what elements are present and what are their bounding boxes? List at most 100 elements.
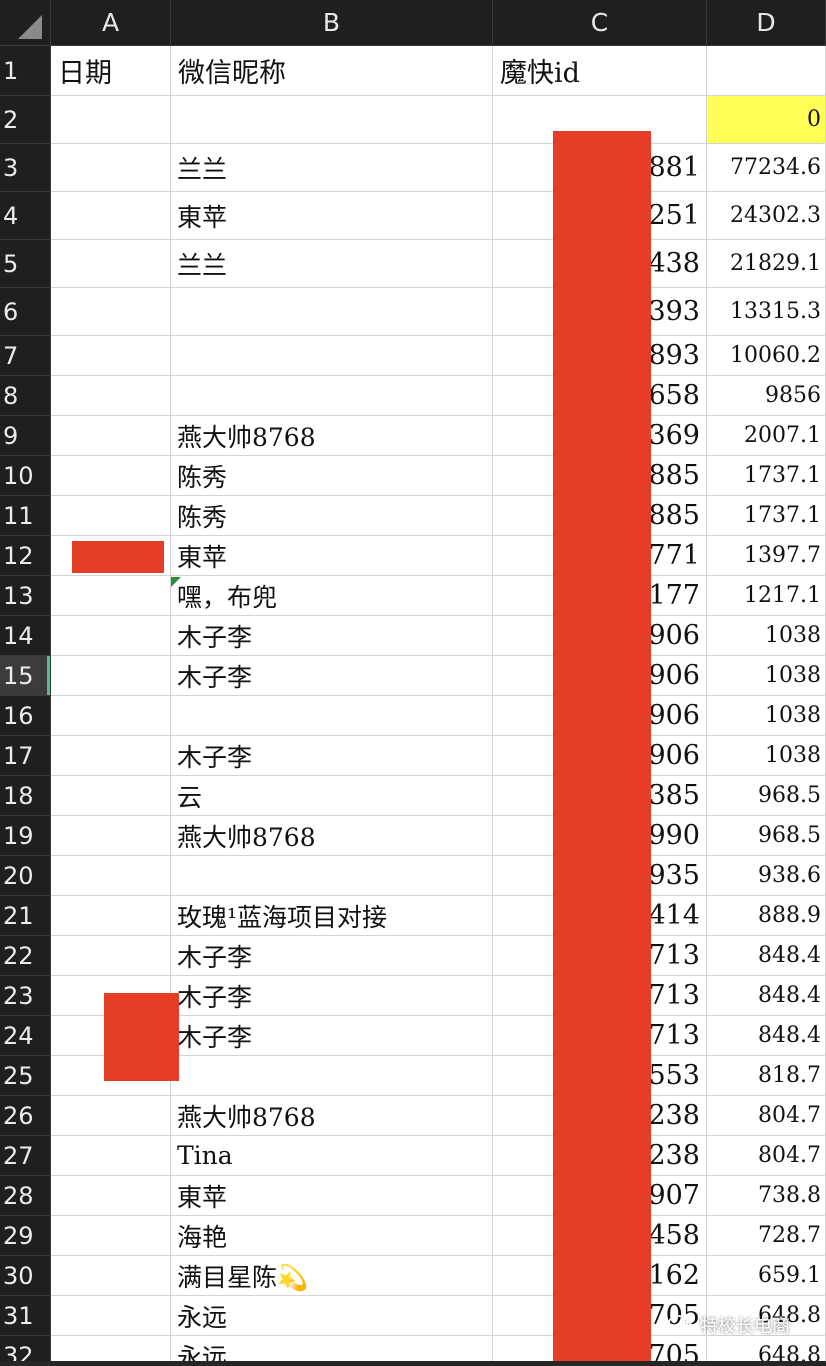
value-cell[interactable]: 818.7	[707, 1056, 826, 1096]
date-cell[interactable]	[51, 192, 171, 240]
value-cell[interactable]: 888.9	[707, 896, 826, 936]
nickname-cell[interactable]: 嘿，布兜	[171, 576, 493, 616]
value-cell[interactable]: 659.1	[707, 1256, 826, 1296]
row-header-2[interactable]: 2	[0, 96, 51, 144]
value-cell[interactable]: 1038	[707, 616, 826, 656]
date-cell[interactable]	[51, 1296, 171, 1336]
value-cell[interactable]: 1737.1	[707, 496, 826, 536]
date-cell[interactable]	[51, 816, 171, 856]
value-cell[interactable]: 1038	[707, 696, 826, 736]
row-header-26[interactable]: 26	[0, 1096, 51, 1136]
column-header-b[interactable]: B	[171, 0, 493, 46]
date-cell[interactable]	[51, 1256, 171, 1296]
value-cell[interactable]: 728.7	[707, 1216, 826, 1256]
row-header-23[interactable]: 23	[0, 976, 51, 1016]
value-cell[interactable]: 804.7	[707, 1096, 826, 1136]
nickname-cell[interactable]: 陈秀	[171, 496, 493, 536]
nickname-cell[interactable]: 兰兰	[171, 240, 493, 288]
value-cell[interactable]: 77234.6	[707, 144, 826, 192]
value-cell[interactable]: 804.7	[707, 1136, 826, 1176]
column-header-d[interactable]: D	[707, 0, 826, 46]
nickname-cell[interactable]: 木子李	[171, 976, 493, 1016]
nickname-cell[interactable]: 木子李	[171, 1016, 493, 1056]
header-cell-d[interactable]	[707, 46, 826, 96]
value-cell[interactable]: 2007.1	[707, 416, 826, 456]
nickname-cell[interactable]: 燕大帅8768	[171, 816, 493, 856]
row-header-24[interactable]: 24	[0, 1016, 51, 1056]
value-cell[interactable]: 738.8	[707, 1176, 826, 1216]
value-cell[interactable]: 848.4	[707, 976, 826, 1016]
nickname-cell[interactable]: 玫瑰¹蓝海项目对接	[171, 896, 493, 936]
value-cell[interactable]: 1397.7	[707, 536, 826, 576]
row-header-19[interactable]: 19	[0, 816, 51, 856]
nickname-cell[interactable]: 東苹	[171, 192, 493, 240]
row-header-5[interactable]: 5	[0, 240, 51, 288]
nickname-cell[interactable]: 海艳	[171, 1216, 493, 1256]
nickname-cell[interactable]	[171, 1056, 493, 1096]
nickname-cell[interactable]	[171, 336, 493, 376]
nickname-cell[interactable]: 木子李	[171, 936, 493, 976]
date-cell[interactable]	[51, 736, 171, 776]
nickname-cell[interactable]: 燕大帅8768	[171, 1096, 493, 1136]
row-header-6[interactable]: 6	[0, 288, 51, 336]
row-header-4[interactable]: 4	[0, 192, 51, 240]
date-cell[interactable]	[51, 936, 171, 976]
date-cell[interactable]	[51, 240, 171, 288]
nickname-cell[interactable]: 满目星陈💫	[171, 1256, 493, 1296]
nickname-cell[interactable]	[171, 96, 493, 144]
row-header-11[interactable]: 11	[0, 496, 51, 536]
nickname-cell[interactable]: 東苹	[171, 1176, 493, 1216]
date-cell[interactable]	[51, 1096, 171, 1136]
date-cell[interactable]	[51, 376, 171, 416]
nickname-cell[interactable]	[171, 696, 493, 736]
row-header-17[interactable]: 17	[0, 736, 51, 776]
value-cell[interactable]: 968.5	[707, 776, 826, 816]
row-header-1[interactable]: 1	[0, 46, 51, 96]
value-cell[interactable]: 848.4	[707, 936, 826, 976]
row-header-15[interactable]: 15	[0, 656, 51, 696]
nickname-cell[interactable]	[171, 376, 493, 416]
value-cell[interactable]: 1038	[707, 656, 826, 696]
value-cell[interactable]: 1217.1	[707, 576, 826, 616]
date-cell[interactable]	[51, 696, 171, 736]
nickname-cell[interactable]: 兰兰	[171, 144, 493, 192]
row-header-7[interactable]: 7	[0, 336, 51, 376]
nickname-cell[interactable]: 木子李	[171, 736, 493, 776]
nickname-cell[interactable]: 陈秀	[171, 456, 493, 496]
header-cell-date[interactable]: 日期	[51, 46, 171, 96]
date-cell[interactable]	[51, 856, 171, 896]
value-cell[interactable]: 1038	[707, 736, 826, 776]
row-header-14[interactable]: 14	[0, 616, 51, 656]
header-cell-wechat-nickname[interactable]: 微信昵称	[171, 46, 493, 96]
date-cell[interactable]	[51, 288, 171, 336]
row-header-31[interactable]: 31	[0, 1296, 51, 1336]
value-cell[interactable]: 1737.1	[707, 456, 826, 496]
value-cell[interactable]: 9856	[707, 376, 826, 416]
nickname-cell[interactable]	[171, 288, 493, 336]
nickname-cell[interactable]: 燕大帅8768	[171, 416, 493, 456]
date-cell[interactable]	[51, 1176, 171, 1216]
row-header-28[interactable]: 28	[0, 1176, 51, 1216]
date-cell[interactable]	[51, 776, 171, 816]
date-cell[interactable]	[51, 576, 171, 616]
value-cell[interactable]: 938.6	[707, 856, 826, 896]
row-header-20[interactable]: 20	[0, 856, 51, 896]
date-cell[interactable]	[51, 144, 171, 192]
row-header-9[interactable]: 9	[0, 416, 51, 456]
value-cell[interactable]: 13315.3	[707, 288, 826, 336]
value-cell[interactable]: 848.4	[707, 1016, 826, 1056]
value-cell[interactable]: 10060.2	[707, 336, 826, 376]
nickname-cell[interactable]	[171, 856, 493, 896]
date-cell[interactable]	[51, 336, 171, 376]
date-cell[interactable]	[51, 96, 171, 144]
row-header-30[interactable]: 30	[0, 1256, 51, 1296]
row-header-22[interactable]: 22	[0, 936, 51, 976]
value-cell[interactable]: 968.5	[707, 816, 826, 856]
value-cell[interactable]: 24302.3	[707, 192, 826, 240]
column-header-c[interactable]: C	[493, 0, 707, 46]
row-header-27[interactable]: 27	[0, 1136, 51, 1176]
row-header-13[interactable]: 13	[0, 576, 51, 616]
date-cell[interactable]	[51, 416, 171, 456]
row-header-21[interactable]: 21	[0, 896, 51, 936]
date-cell[interactable]	[51, 496, 171, 536]
